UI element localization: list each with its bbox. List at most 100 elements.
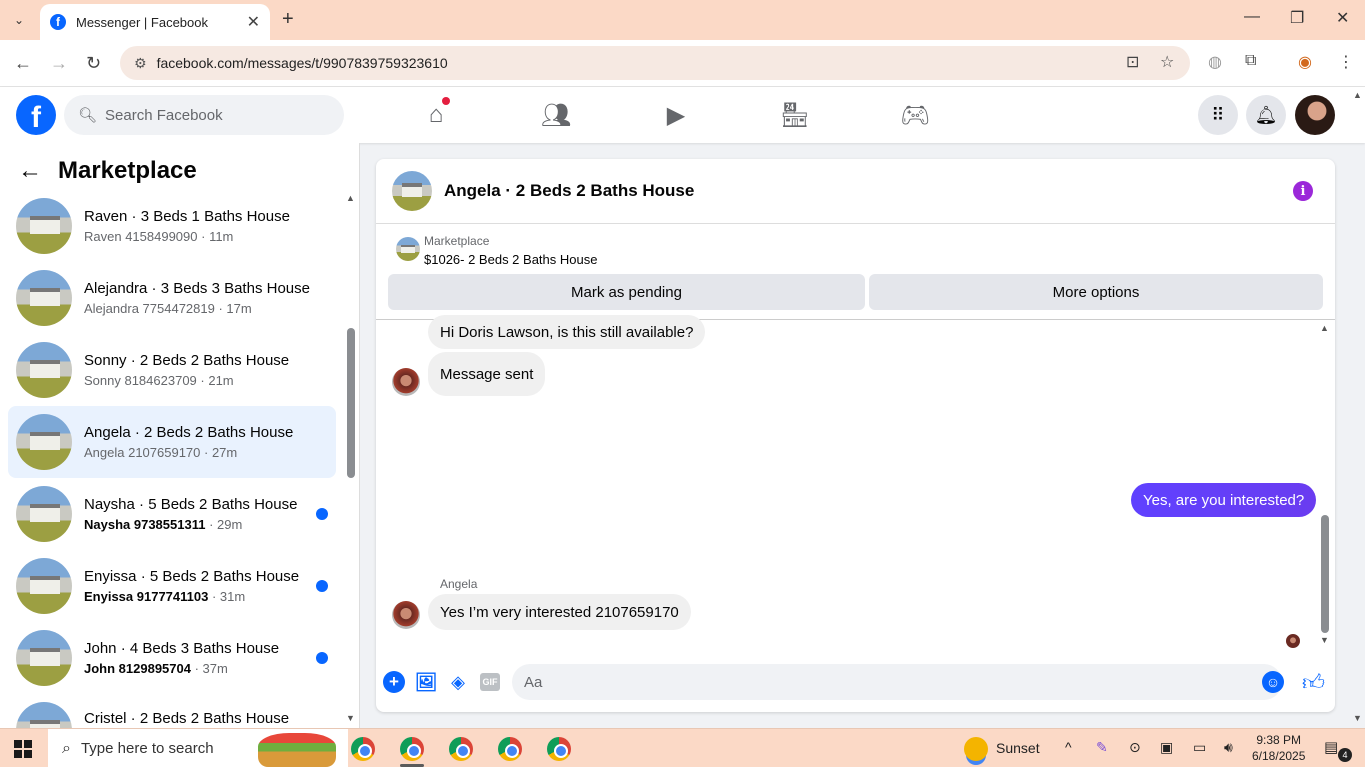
conversation-title: Cristel · 2 Beds 2 Baths House [84,710,290,727]
conversation-item[interactable]: Cristel · 2 Beds 2 Baths House [8,694,336,728]
chrome-icon[interactable] [498,737,522,761]
chrome-icon[interactable] [400,737,424,761]
listing-thumbnail [396,237,420,261]
profile-avatar[interactable] [1295,95,1335,135]
chat-scroll-up-arrow-icon[interactable]: ▲ [1320,323,1329,333]
search-icon: ⌕ [62,739,71,757]
conversation-item-unread[interactable]: Naysha · 5 Beds 2 Baths House Naysha 973… [8,478,336,550]
browser-tab-bar: ⌄ f Messenger | Facebook ✕ + — ❐ ✕ [0,0,1365,40]
conversation-title: Enyissa · 5 Beds 2 Baths House [84,568,300,585]
volume-icon[interactable]: 🔊︎ [1224,739,1233,756]
menu-grid-icon[interactable]: ⠿ [1198,95,1238,135]
mark-as-pending-button[interactable]: Mark as pending [388,274,865,310]
conversation-item[interactable]: Sonny · 2 Beds 2 Baths House Sonny 81846… [8,334,336,406]
weather-label[interactable]: Sunset [996,740,1040,756]
facebook-top-nav: f 🔍︎ Search Facebook ⌂ 👥︎ ▶ 🏪︎ 🎮︎ ⠿ 🔔︎ [0,87,1365,143]
add-plus-icon[interactable]: + [383,671,405,693]
chrome-icon[interactable] [449,737,473,761]
search-icon: 🔍︎ [78,107,98,124]
conversation-item[interactable]: Raven · 3 Beds 1 Baths House Raven 41584… [8,190,336,262]
translate-globe-icon[interactable]: ◍ [1208,52,1222,72]
incoming-message: Message sent [428,352,546,396]
facebook-search-input[interactable]: 🔍︎ Search Facebook [64,95,344,135]
emoji-icon[interactable]: ☺ [1262,671,1284,693]
install-app-icon[interactable]: ⊡ [1126,52,1139,72]
facebook-favicon-icon: f [50,14,66,30]
bookmark-star-icon[interactable]: ☆ [1160,52,1174,72]
message-thread: Hi Doris Lawson, is this still available… [376,315,1335,651]
sender-avatar[interactable] [392,601,420,629]
house-thumbnail [16,198,72,254]
unread-dot [316,652,328,664]
taskbar-clock[interactable]: 9:38 PM 6/18/2025 [1252,732,1305,764]
sender-avatar[interactable] [392,368,420,396]
sidebar-scrollbar[interactable] [347,328,355,478]
scroll-down-arrow-icon[interactable]: ▼ [346,713,355,723]
house-thumbnail [16,558,72,614]
forward-arrow-icon[interactable]: → [50,53,68,74]
windows-start-icon[interactable] [14,740,32,758]
window-close-icon[interactable]: ✕ [1336,8,1349,28]
unread-dot [316,508,328,520]
reload-icon[interactable]: ↻ [86,53,101,74]
house-thumbnail[interactable] [392,171,432,211]
pen-icon[interactable]: ✎ [1096,739,1108,756]
browser-toolbar: ← → ↻ ⚙ facebook.com/messages/t/99078397… [0,40,1365,87]
weather-sunset-icon[interactable] [964,737,988,761]
conversation-item-unread[interactable]: Enyissa · 5 Beds 2 Baths House Enyissa 9… [8,550,336,622]
page-scroll-down-arrow-icon[interactable]: ▼ [1353,713,1362,723]
house-thumbnail [16,342,72,398]
page-scroll-up-arrow-icon[interactable]: ▲ [1353,90,1362,100]
url-text: facebook.com/messages/t/9907839759323610 [156,55,448,71]
gaming-controller-icon[interactable]: 🎮︎ [895,99,935,131]
chat-scrollbar[interactable] [1321,515,1329,633]
facebook-logo-icon[interactable]: f [16,95,56,135]
scroll-up-arrow-icon[interactable]: ▲ [346,193,355,203]
friends-icon[interactable]: 👥︎ [536,99,576,131]
chat-scroll-down-arrow-icon[interactable]: ▼ [1320,635,1329,645]
marketplace-store-icon[interactable]: 🏪︎ [775,99,815,131]
home-icon[interactable]: ⌂ [416,97,456,131]
restore-icon[interactable]: ❐ [1290,8,1304,28]
back-arrow-icon[interactable]: ← [18,157,42,185]
chrome-icon[interactable] [547,737,571,761]
like-thumbs-up-icon[interactable]: 👍︎ [1302,669,1325,696]
chat-title[interactable]: Angela · 2 Beds 2 Baths House [444,181,694,201]
info-icon[interactable]: i [1293,181,1313,201]
marketplace-listing-bar: Marketplace $1026- 2 Beds 2 Baths House … [376,225,1335,320]
new-tab-plus-icon[interactable]: + [282,8,294,31]
notification-center-icon[interactable]: ▤ 4 [1324,738,1352,762]
tab-close-icon[interactable]: ✕ [247,12,260,32]
camera-icon[interactable]: ⊙ [1129,739,1141,756]
fruit-basket-widget-icon[interactable] [258,733,336,767]
browser-menu-icon[interactable]: ⋮ [1338,52,1354,72]
message-input[interactable]: Aa [512,664,1282,700]
conversation-title: Angela · 2 Beds 2 Baths House [84,424,294,441]
back-arrow-icon[interactable]: ← [14,53,32,74]
device-icon[interactable]: ▣ [1160,739,1173,756]
video-icon[interactable]: ▶ [656,99,696,131]
conversation-item-unread[interactable]: John · 4 Beds 3 Baths House John 8129895… [8,622,336,694]
chrome-icon[interactable] [351,737,375,761]
address-bar[interactable]: ⚙ facebook.com/messages/t/99078397593236… [120,46,1190,80]
house-thumbnail [16,630,72,686]
tab-search-chevron-icon[interactable]: ⌄ [6,8,32,32]
gif-icon[interactable]: GIF [480,673,500,691]
profile-account-icon[interactable]: ◉ [1298,52,1312,72]
sticker-icon[interactable]: ◈ [447,671,469,693]
conversation-item[interactable]: Alejandra · 3 Beds 3 Baths House Alejand… [8,262,336,334]
listing-title[interactable]: $1026- 2 Beds 2 Baths House [424,252,597,267]
extensions-puzzle-icon[interactable]: ⧉ [1245,52,1256,70]
minimize-icon[interactable]: — [1244,8,1260,26]
tab-title: Messenger | Facebook [76,14,208,30]
browser-tab-messenger[interactable]: f Messenger | Facebook ✕ [40,4,270,40]
more-options-button[interactable]: More options [869,274,1323,310]
attach-photo-icon[interactable]: 🖼︎ [415,671,438,693]
sidebar-header: ← Marketplace [18,157,197,185]
network-icon[interactable]: ▭ [1193,739,1206,756]
conversation-item-active[interactable]: Angela · 2 Beds 2 Baths House Angela 210… [8,406,336,478]
house-thumbnail [16,270,72,326]
site-info-icon[interactable]: ⚙ [134,55,147,72]
show-hidden-icons-chevron-icon[interactable]: ^ [1065,739,1072,755]
notifications-bell-icon[interactable]: 🔔︎ [1246,95,1286,135]
